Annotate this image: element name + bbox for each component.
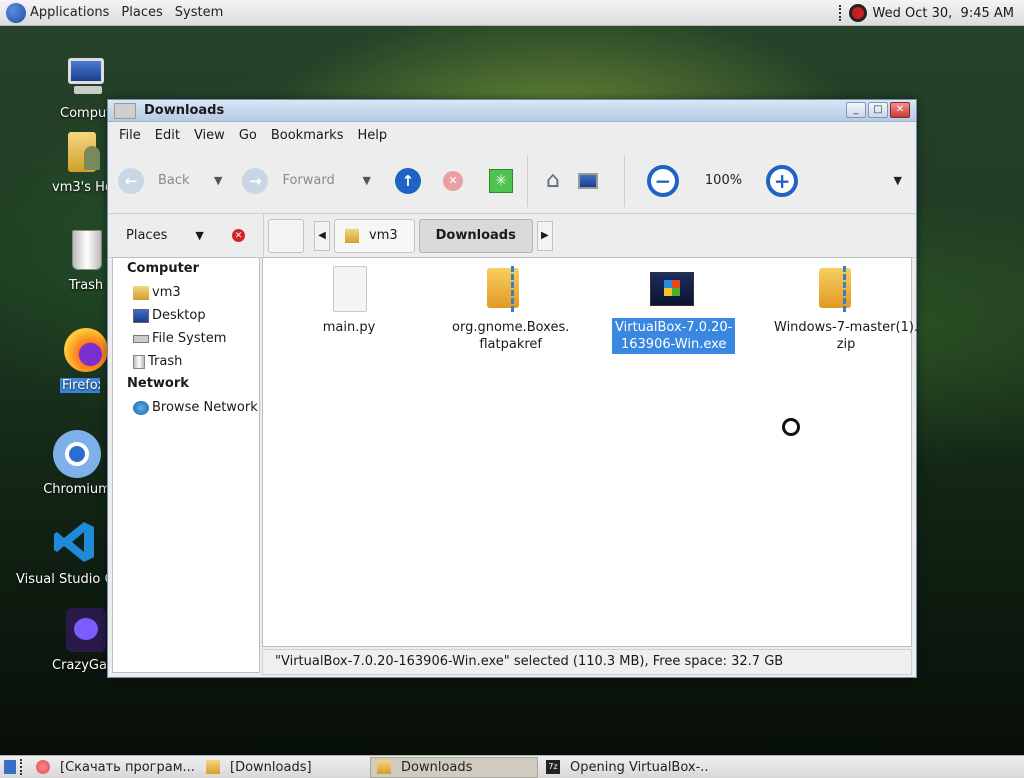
home-folder-icon [133,285,149,300]
file-manager-window: Downloads _ □ ✕ File Edit View Go Bookma… [107,99,918,678]
forward-arrow-icon: → [242,167,269,194]
file-item[interactable]: org.gnome.Boxes. flatpakref [449,266,569,354]
file-item[interactable]: Windows-7-master(1). zip [771,266,918,354]
home-folder-icon [62,128,110,176]
places-sidebar: Computer vm3 Desktop File System Trash N… [112,257,260,673]
home-folder-icon [345,228,359,243]
close-button[interactable]: ✕ [890,102,910,118]
toolbar-separator [623,154,625,207]
menu-view[interactable]: View [187,128,232,143]
sidebar-item-browse-network[interactable]: Browse Network [113,396,259,419]
taskbar-item[interactable]: Downloads [370,756,538,778]
archive-icon [817,266,865,314]
forward-button[interactable]: → Forward [242,161,362,201]
up-icon[interactable]: ↑ [394,167,421,194]
show-desktop-icon[interactable] [4,760,16,774]
taskbar-item[interactable]: 7z Opening VirtualBox-... [540,757,708,778]
applications-menu[interactable]: Applications [0,0,115,26]
clock[interactable]: Wed Oct 30, 9:45 AM [873,6,1014,21]
exe-icon [648,266,696,314]
taskbar-item[interactable]: [Скачать програм... [30,757,198,778]
trash-icon [133,354,145,369]
crazygames-icon [62,606,110,654]
location-toggle-button[interactable] [268,218,304,253]
network-icon [133,400,149,415]
file-view[interactable]: main.py org.gnome.Boxes. flatpakref Virt… [262,257,918,647]
menu-go[interactable]: Go [232,128,264,143]
computer-icon [62,54,110,102]
breadcrumb-downloads[interactable]: Downloads [418,218,533,253]
stop-icon[interactable]: ✕ [442,170,463,191]
menu-bookmarks[interactable]: Bookmarks [264,128,351,143]
top-panel: Applications Places System Wed Oct 30, 9… [0,0,1024,26]
zoom-in-icon[interactable]: + [766,164,799,197]
browser-icon [36,760,50,774]
back-arrow-icon: ← [118,167,144,194]
breadcrumb-right-arrow[interactable]: ▶ [536,220,553,251]
window-title: Downloads [144,103,225,118]
sidebar-item-trash[interactable]: Trash [113,350,259,373]
taskbar-item[interactable]: [Downloads] [200,757,368,778]
chromium-icon [53,430,101,478]
panel-grip-icon [20,759,24,775]
close-sidebar-icon[interactable]: ✕ [232,229,245,242]
chevron-down-icon: ▼ [195,229,204,242]
folder-icon [377,760,391,774]
file-item[interactable]: VirtualBox-7.0.20- 163906-Win.exe [612,266,736,354]
drive-icon [133,334,149,343]
sidebar-header-computer: Computer [127,261,200,276]
record-indicator-icon[interactable] [848,4,867,22]
breadcrumb-left-arrow[interactable]: ◀ [314,220,330,251]
tray-grip-icon [838,5,843,21]
back-button[interactable]: ← Back [118,161,214,201]
bottom-panel: [Скачать програм... [Downloads] Download… [0,755,1024,778]
firefox-icon [62,326,110,374]
window-icon[interactable] [114,102,136,119]
zoom-out-icon[interactable]: − [646,164,679,197]
computer-icon[interactable] [577,172,598,189]
sidebar-item-vm3[interactable]: vm3 [113,281,259,304]
text-file-icon [325,266,373,314]
breadcrumb: vm3 Downloads [330,218,533,253]
menu-file[interactable]: File [112,128,148,143]
zoom-level[interactable]: 100% [705,173,742,188]
forward-history-dropdown[interactable]: ▼ [362,174,370,187]
location-bar: Places ▼ ✕ ◀ vm3 Downloads ▶ [108,213,916,258]
busy-cursor-icon [782,418,800,436]
system-menu[interactable]: System [169,0,229,26]
reload-icon[interactable]: ✳ [488,168,513,193]
titlebar[interactable]: Downloads _ □ ✕ [108,100,916,122]
pane-divider [263,213,264,258]
sidebar-item-desktop[interactable]: Desktop [113,304,259,327]
7zip-icon: 7z [546,760,560,774]
breadcrumb-vm3[interactable]: vm3 [334,218,415,253]
places-selector[interactable]: Places ▼ [108,228,228,243]
toolbar-separator [526,154,528,207]
distro-logo-icon [6,2,26,23]
maximize-button[interactable]: □ [868,102,888,118]
sidebar-item-file-system[interactable]: File System [113,327,259,350]
folder-icon [206,760,220,774]
toolbar: ← Back ▼ → Forward ▼ ↑ ✕ ✳ ⌂ − 100% + ▼ [108,148,916,214]
vscode-icon [50,520,98,568]
menu-help[interactable]: Help [350,128,394,143]
places-menu[interactable]: Places [115,0,168,26]
desktop-icon [133,308,149,323]
back-history-dropdown[interactable]: ▼ [214,174,222,187]
trash-icon [62,226,110,274]
menubar: File Edit View Go Bookmarks Help [108,122,916,148]
toolbar-overflow-dropdown[interactable]: ▼ [894,174,902,187]
sidebar-header-network: Network [127,376,189,391]
status-bar: "VirtualBox-7.0.20-163906-Win.exe" selec… [262,649,912,675]
minimize-button[interactable]: _ [846,102,866,118]
file-item[interactable]: main.py [289,266,409,337]
menu-edit[interactable]: Edit [148,128,187,143]
home-icon[interactable]: ⌂ [546,168,560,193]
archive-icon [485,266,533,314]
